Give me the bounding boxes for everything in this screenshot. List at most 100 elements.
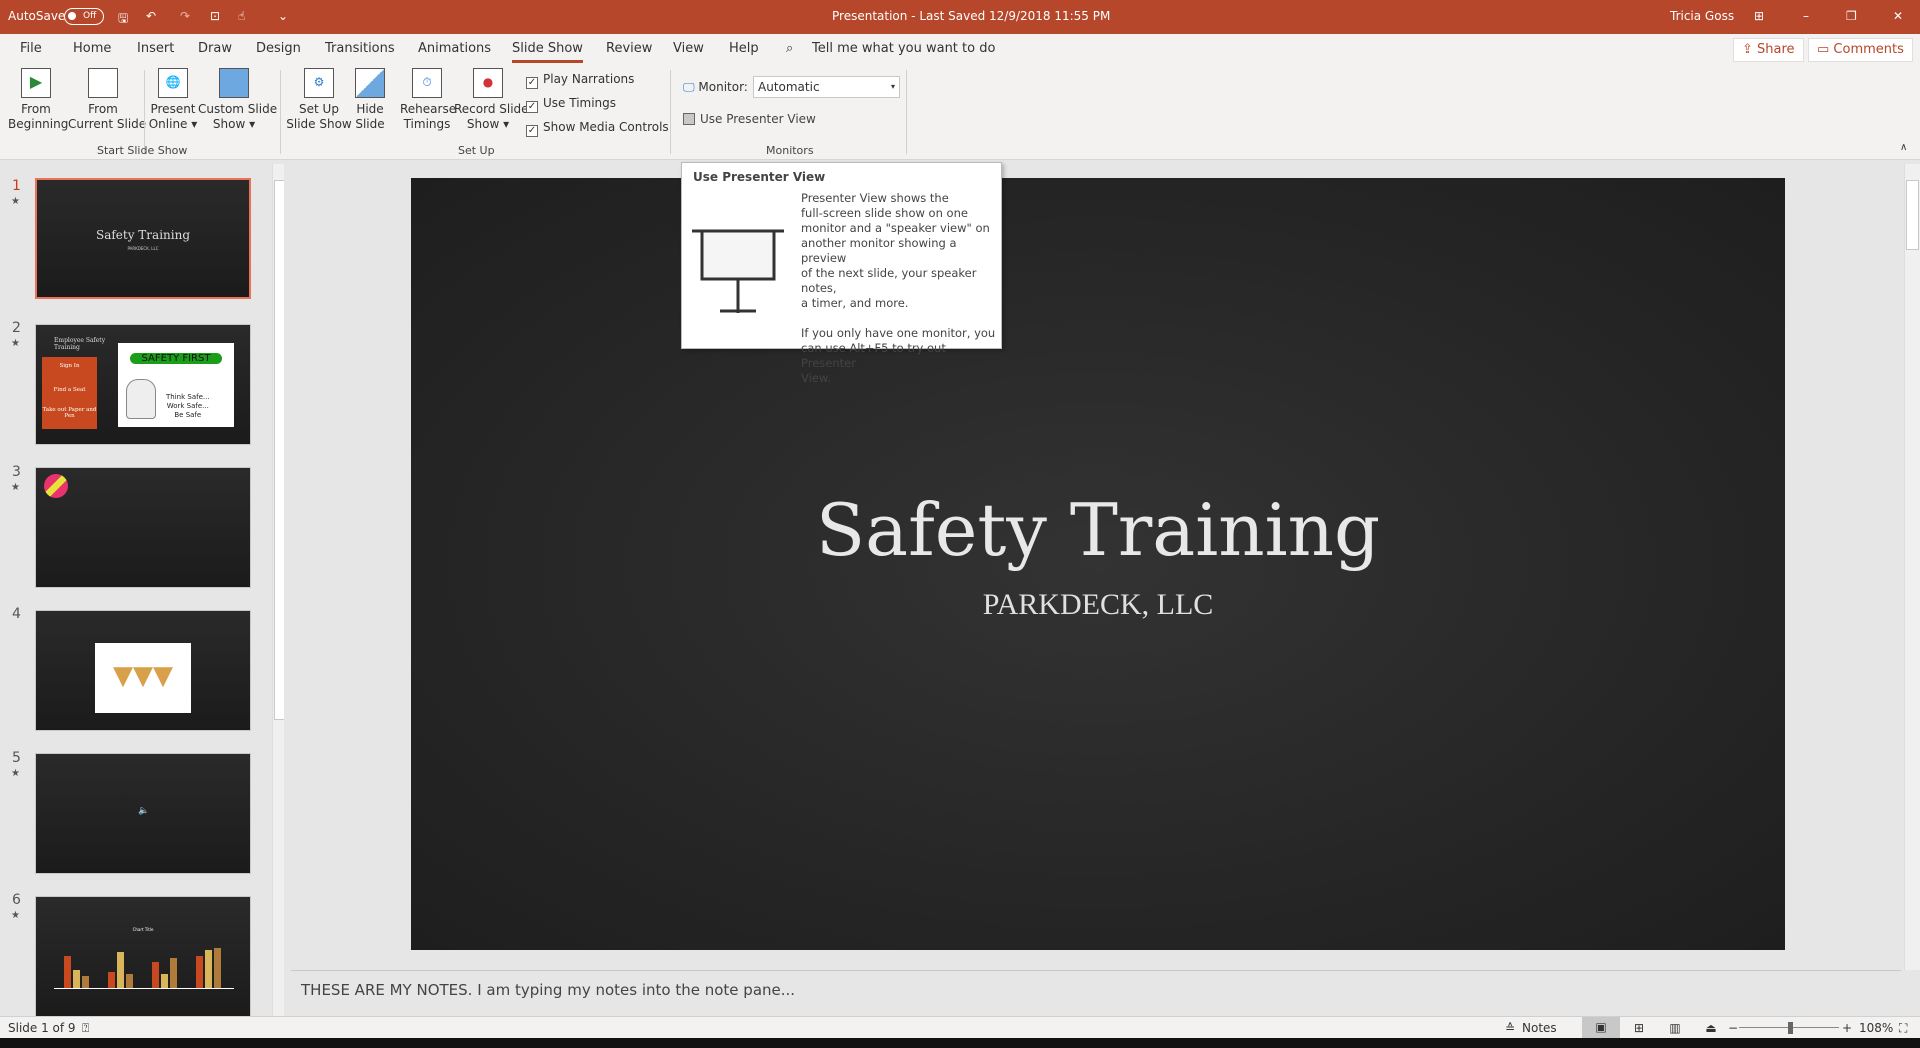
- notes-button[interactable]: Notes: [1522, 1021, 1557, 1035]
- title-bar: AutoSave Off 🖫 ↶ ↷ ⊡ ☝ ⌄ Presentation - …: [0, 0, 1920, 34]
- redo-icon[interactable]: ↷: [180, 9, 190, 23]
- current-slide[interactable]: Safety Training PARKDECK, LLC: [411, 178, 1785, 950]
- rehearse-timings-button[interactable]: ⏱ Rehearse Timings: [400, 68, 456, 132]
- record-icon: ●: [473, 68, 503, 98]
- tell-me-input[interactable]: Tell me what you want to do: [812, 41, 995, 56]
- hide-slide-icon: [355, 68, 385, 98]
- taskbar: [0, 1038, 1920, 1048]
- head-icon: [126, 379, 156, 419]
- minimize-icon[interactable]: –: [1803, 9, 1809, 23]
- slide-thumbnail-pane: 1 ★ Safety Training PARKDECK, LLC 2 ★ Empl…: [0, 160, 284, 1016]
- ball-icon: [44, 474, 68, 498]
- notes-pane[interactable]: THESE ARE MY NOTES. I am typing my notes…: [291, 970, 1901, 1016]
- comments-button[interactable]: ▭ Comments: [1808, 38, 1913, 62]
- slide-thumbnail-4[interactable]: ▼▼▼: [35, 610, 251, 731]
- slide-counter: Slide 1 of 9: [8, 1021, 76, 1035]
- user-name[interactable]: Tricia Goss: [1670, 9, 1734, 23]
- presenter-view-tooltip: Use Presenter View Presenter View shows …: [681, 162, 1002, 385]
- tab-home[interactable]: Home: [73, 41, 111, 56]
- save-icon[interactable]: 🖫: [118, 9, 128, 30]
- autosave-toggle[interactable]: Off: [64, 8, 104, 25]
- chart-bar: [73, 970, 80, 988]
- safety-first-image: SAFETY FIRST Think Safe... Work Safe... …: [118, 343, 234, 427]
- slide-thumbnail-1[interactable]: Safety Training PARKDECK, LLC: [35, 178, 251, 299]
- chart-bar: [82, 976, 89, 988]
- chart-bar: [161, 974, 168, 988]
- comment-icon: ▭: [1817, 42, 1834, 57]
- slide-thumbnail-6[interactable]: Chart Title: [35, 896, 251, 1016]
- slide-thumbnail-5[interactable]: 🔈: [35, 753, 251, 874]
- custom-slide-show-button[interactable]: Custom Slide Show ▾: [198, 68, 277, 132]
- tab-draw[interactable]: Draw: [198, 41, 232, 56]
- from-beginning-button[interactable]: ▶ From Beginning: [8, 68, 68, 132]
- tab-slide-show[interactable]: Slide Show: [512, 41, 583, 63]
- slide-title[interactable]: Safety Training: [411, 488, 1785, 572]
- checkbox-icon: [683, 113, 695, 125]
- tab-design[interactable]: Design: [256, 41, 301, 56]
- slide-subtitle[interactable]: PARKDECK, LLC: [411, 588, 1785, 622]
- tab-review[interactable]: Review: [606, 41, 652, 56]
- tab-view[interactable]: View: [673, 41, 704, 56]
- scroll-thumb[interactable]: [1906, 180, 1919, 250]
- customize-toolbar-icon[interactable]: ⌄: [278, 9, 288, 23]
- zoom-level[interactable]: 108%: [1859, 1021, 1893, 1035]
- scroll-thumb[interactable]: [274, 180, 284, 720]
- zoom-in-icon[interactable]: +: [1842, 1021, 1852, 1035]
- ice-cream-image: ▼▼▼: [95, 643, 191, 713]
- hide-slide-button[interactable]: Hide Slide: [352, 68, 388, 132]
- thumbnail-scrollbar[interactable]: [272, 164, 284, 1016]
- check-icon: ✓: [526, 77, 538, 89]
- slide-number: 4: [12, 606, 21, 622]
- tab-transitions[interactable]: Transitions: [325, 41, 395, 56]
- normal-view-icon[interactable]: ▣: [1582, 1017, 1620, 1038]
- start-slideshow-icon[interactable]: ⊡: [210, 9, 220, 23]
- restore-icon[interactable]: ❐: [1846, 9, 1857, 23]
- editor-scrollbar[interactable]: [1904, 164, 1920, 970]
- setup-gear-icon: ⚙: [304, 68, 334, 98]
- close-icon[interactable]: ✕: [1893, 9, 1903, 23]
- record-slide-show-button[interactable]: ● Record Slide Show ▾: [454, 68, 529, 132]
- document-title[interactable]: Presentation - Last Saved 12/9/2018 11:5…: [832, 9, 1110, 23]
- status-bar: Slide 1 of 9 ⍰ ≙ Notes ▣ ⊞ ▥ ⏏ − + 108% …: [0, 1016, 1920, 1038]
- monitor-icon: 🖵: [683, 80, 699, 94]
- touch-mode-icon[interactable]: ☝: [238, 9, 245, 23]
- tab-animations[interactable]: Animations: [418, 41, 491, 56]
- ribbon-display-icon[interactable]: ⊞: [1754, 9, 1764, 23]
- present-online-button[interactable]: 🌐 Present Online ▾: [148, 68, 198, 132]
- globe-icon: 🌐: [158, 68, 188, 98]
- chart-bar: [152, 962, 159, 988]
- divider: [144, 70, 145, 154]
- chart-bar: [170, 958, 177, 988]
- slide-show-view-icon[interactable]: ⏏: [1692, 1021, 1730, 1035]
- share-button[interactable]: ⇪ Share: [1733, 38, 1804, 62]
- timer-icon: ⏱: [412, 68, 442, 98]
- play-narrations-checkbox[interactable]: ✓ Play Narrations: [526, 72, 634, 89]
- tab-help[interactable]: Help: [729, 41, 759, 56]
- notes-icon: ≙: [1505, 1021, 1516, 1035]
- group-set-up: Set Up: [458, 144, 495, 157]
- zoom-slider-thumb[interactable]: [1788, 1022, 1794, 1034]
- undo-icon[interactable]: ↶: [146, 9, 156, 23]
- tab-insert[interactable]: Insert: [137, 41, 174, 56]
- monitor-select[interactable]: Automatic ▾: [753, 76, 900, 98]
- check-icon: ✓: [526, 125, 538, 137]
- chevron-down-icon: ▾: [890, 82, 895, 91]
- tooltip-body: Presenter View shows the full-screen sli…: [801, 191, 996, 385]
- fit-to-window-icon[interactable]: ⛶: [1899, 1021, 1907, 1036]
- collapse-ribbon-icon[interactable]: ∧: [1900, 142, 1907, 153]
- tab-file[interactable]: File: [20, 41, 42, 56]
- audio-icon: 🔈: [138, 806, 150, 816]
- slide-thumbnail-3[interactable]: [35, 467, 251, 588]
- slide-thumbnail-2[interactable]: Employee Safety Training Sign In Find a …: [35, 324, 251, 445]
- slide-sorter-icon[interactable]: ⊞: [1620, 1021, 1658, 1035]
- reading-view-icon[interactable]: ▥: [1656, 1021, 1694, 1035]
- use-timings-checkbox[interactable]: ✓ Use Timings: [526, 96, 616, 113]
- set-up-slide-show-button[interactable]: ⚙ Set Up Slide Show: [286, 68, 352, 132]
- autosave-label: AutoSave: [8, 9, 66, 23]
- from-current-slide-button[interactable]: From Current Slide: [68, 68, 146, 132]
- zoom-out-icon[interactable]: −: [1728, 1021, 1738, 1035]
- use-presenter-view-checkbox[interactable]: Use Presenter View: [683, 112, 816, 126]
- spelling-icon[interactable]: ⍰: [82, 1021, 89, 1036]
- slide-number: 2: [12, 320, 21, 336]
- show-media-controls-checkbox[interactable]: ✓ Show Media Controls: [526, 120, 669, 137]
